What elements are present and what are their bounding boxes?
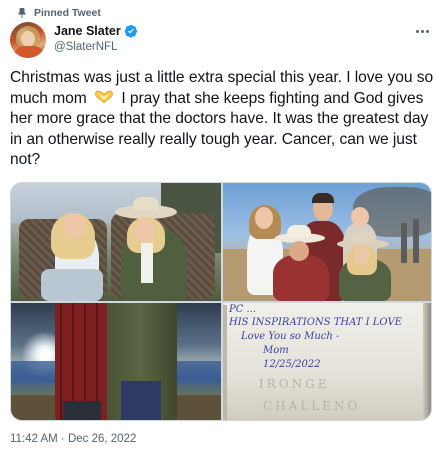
pin-icon <box>18 8 26 19</box>
pinned-tweet-label: Pinned Tweet <box>16 4 101 22</box>
author-name-row[interactable]: Jane Slater <box>54 24 138 38</box>
ellipsis-icon <box>415 29 419 33</box>
tweet-text: Christmas was just a little extra specia… <box>10 68 438 171</box>
photo-1[interactable] <box>11 183 221 301</box>
author-name[interactable]: Jane Slater <box>54 24 121 38</box>
note-line-2: Love You so Much - <box>241 331 340 342</box>
tweet-timestamp[interactable]: 11:42 AM · Dec 26, 2022 <box>10 433 136 445</box>
note-line-1: HIS INSPIRATIONS THAT I LOVE <box>229 317 402 328</box>
photo-3[interactable] <box>11 303 221 420</box>
media-grid: IRONGE CHALLENO PC ... HIS INSPIRATIONS … <box>10 182 432 421</box>
faint-print-2: CHALLENO <box>263 399 361 413</box>
note-line-0: PC ... <box>229 304 257 315</box>
note-line-4: 12/25/2022 <box>263 359 321 370</box>
avatar[interactable] <box>10 22 46 58</box>
pinned-text: Pinned Tweet <box>34 7 101 19</box>
faint-print-1: IRONGE <box>259 377 330 391</box>
photo-2[interactable] <box>223 183 431 301</box>
verified-badge-icon <box>124 24 137 38</box>
more-options-button[interactable] <box>413 24 431 38</box>
note-line-3: Mom <box>263 345 289 356</box>
photo-4-handwritten-note[interactable]: IRONGE CHALLENO PC ... HIS INSPIRATIONS … <box>223 303 431 420</box>
heart-hands-icon <box>95 90 113 103</box>
author-handle[interactable]: @SlaterNFL <box>54 41 117 53</box>
